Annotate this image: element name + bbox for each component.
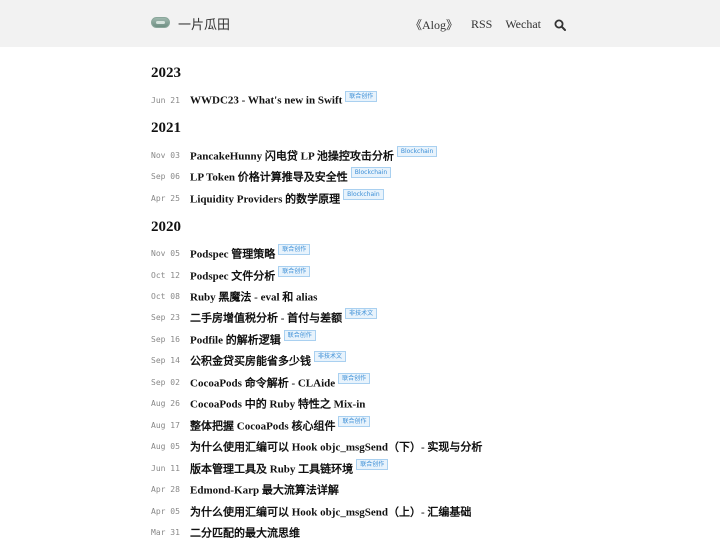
nav-wechat[interactable]: Wechat <box>505 17 541 32</box>
post-tag[interactable]: 联合创作 <box>356 459 389 470</box>
post-date: Aug 26 <box>151 398 180 408</box>
post-title[interactable]: Ruby 黑魔法 - eval 和 alias <box>190 291 317 303</box>
post-item: Jun 11 版本管理工具及 Ruby 工具链环境 联合创作 <box>151 459 389 475</box>
post-title[interactable]: WWDC23 - What's new in Swift <box>190 94 342 106</box>
post-title[interactable]: CocoaPods 命令解析 - CLAide <box>190 377 335 389</box>
post-date: Apr 28 <box>151 484 180 494</box>
post-item: Sep 02 CocoaPods 命令解析 - CLAide 联合创作 <box>151 373 371 389</box>
post-date: Sep 16 <box>151 334 180 344</box>
post-title[interactable]: 二手房增值税分析 - 首付与差额 <box>190 312 342 324</box>
post-title[interactable]: 公积金贷买房能省多少钱 <box>190 355 311 367</box>
year-heading: 2023 <box>151 65 181 81</box>
post-item: Jun 21 WWDC23 - What's new in Swift 联合创作 <box>151 91 378 107</box>
post-item: Nov 03 PancakeHunny 闪电贷 LP 池操控攻击分析 Blockch… <box>151 146 438 162</box>
post-tag[interactable]: Blockchain <box>343 189 384 200</box>
post-title[interactable]: Podfile 的解析逻辑 <box>190 334 281 346</box>
post-date: Mar 31 <box>151 527 180 537</box>
post-tag[interactable]: 联合创作 <box>345 91 378 102</box>
site-logo[interactable] <box>151 17 170 28</box>
post-date: Oct 12 <box>151 270 180 280</box>
post-item: Mar 31 二分匹配的最大流思维 <box>151 523 300 539</box>
post-date: Nov 05 <box>151 248 180 258</box>
site-title[interactable]: 一片瓜田 <box>178 14 230 33</box>
post-date: Oct 08 <box>151 291 180 301</box>
post-tag[interactable]: 联合创作 <box>338 416 371 427</box>
post-title[interactable]: 为什么使用汇编可以 Hook objc_msgSend（下）- 实现与分析 <box>190 441 482 453</box>
post-tag[interactable]: Blockchain <box>396 146 438 157</box>
top-nav: 《Alog》 RSS Wechat <box>410 16 566 33</box>
post-title[interactable]: Podspec 文件分析 <box>190 270 275 282</box>
site-header: 一片瓜田 《Alog》 RSS Wechat <box>0 0 720 47</box>
post-tag[interactable]: Blockchain <box>350 167 392 178</box>
post-title[interactable]: Podspec 管理策略 <box>190 248 275 260</box>
post-item: Nov 05 Podspec 管理策略 联合创作 <box>151 244 311 260</box>
post-date: Apr 05 <box>151 506 180 516</box>
post-item: Apr 28 Edmond-Karp 最大流算法详解 <box>151 480 339 496</box>
post-date: Aug 05 <box>151 441 180 451</box>
post-item: Apr 05 为什么使用汇编可以 Hook objc_msgSend（上）- 汇编… <box>151 502 471 518</box>
post-title[interactable]: LP Token 价格计算推导及安全性 <box>190 171 348 183</box>
post-title[interactable]: PancakeHunny 闪电贷 LP 池操控攻击分析 <box>190 150 394 162</box>
post-tag[interactable]: 联合创作 <box>278 266 311 277</box>
search-icon[interactable] <box>554 19 566 31</box>
post-item: Aug 05 为什么使用汇编可以 Hook objc_msgSend（下）- 实现… <box>151 437 482 453</box>
post-title[interactable]: 版本管理工具及 Ruby 工具链环境 <box>190 463 353 475</box>
post-tag[interactable]: 联合创作 <box>338 373 371 384</box>
post-item: Aug 17 整体把握 CocoaPods 核心组件 联合创作 <box>151 416 371 432</box>
year-heading: 2020 <box>151 219 181 235</box>
post-item: Sep 16 Podfile 的解析逻辑 联合创作 <box>151 330 316 346</box>
post-item: Apr 25 Liquidity Providers 的数学原理 Blockchai… <box>151 189 384 205</box>
post-item: Sep 23 二手房增值税分析 - 首付与差额 非技术文 <box>151 308 378 324</box>
post-item: Sep 06 LP Token 价格计算推导及安全性 Blockchain <box>151 167 392 183</box>
post-tag[interactable]: 非技术文 <box>345 308 378 319</box>
post-item: Oct 08 Ruby 黑魔法 - eval 和 alias <box>151 287 317 303</box>
post-title[interactable]: CocoaPods 中的 Ruby 特性之 Mix-in <box>190 398 365 410</box>
post-item: Aug 26 CocoaPods 中的 Ruby 特性之 Mix-in <box>151 394 365 410</box>
post-date: Sep 14 <box>151 355 180 365</box>
post-date: Apr 25 <box>151 193 180 203</box>
post-date: Sep 02 <box>151 377 180 387</box>
post-tag[interactable]: 联合创作 <box>283 330 316 341</box>
post-title[interactable]: 二分匹配的最大流思维 <box>190 527 300 539</box>
post-title[interactable]: 整体把握 CocoaPods 核心组件 <box>190 420 335 432</box>
post-date: Jun 21 <box>151 95 180 105</box>
year-heading: 2021 <box>151 120 181 136</box>
post-title[interactable]: 为什么使用汇编可以 Hook objc_msgSend（上）- 汇编基础 <box>190 506 471 518</box>
post-tag[interactable]: 非技术文 <box>314 351 347 362</box>
post-date: Sep 06 <box>151 171 180 181</box>
nav-rss[interactable]: RSS <box>471 17 492 32</box>
post-date: Sep 23 <box>151 312 180 322</box>
post-title[interactable]: Liquidity Providers 的数学原理 <box>190 193 340 205</box>
post-date: Nov 03 <box>151 150 180 160</box>
post-tag[interactable]: 联合创作 <box>278 244 311 255</box>
post-item: Oct 12 Podspec 文件分析 联合创作 <box>151 266 311 282</box>
post-date: Aug 17 <box>151 420 180 430</box>
post-title[interactable]: Edmond-Karp 最大流算法详解 <box>190 484 339 496</box>
post-item: Sep 14 公积金贷买房能省多少钱 非技术文 <box>151 351 347 367</box>
post-date: Jun 11 <box>151 463 180 473</box>
nav-alog[interactable]: 《Alog》 <box>410 16 458 33</box>
